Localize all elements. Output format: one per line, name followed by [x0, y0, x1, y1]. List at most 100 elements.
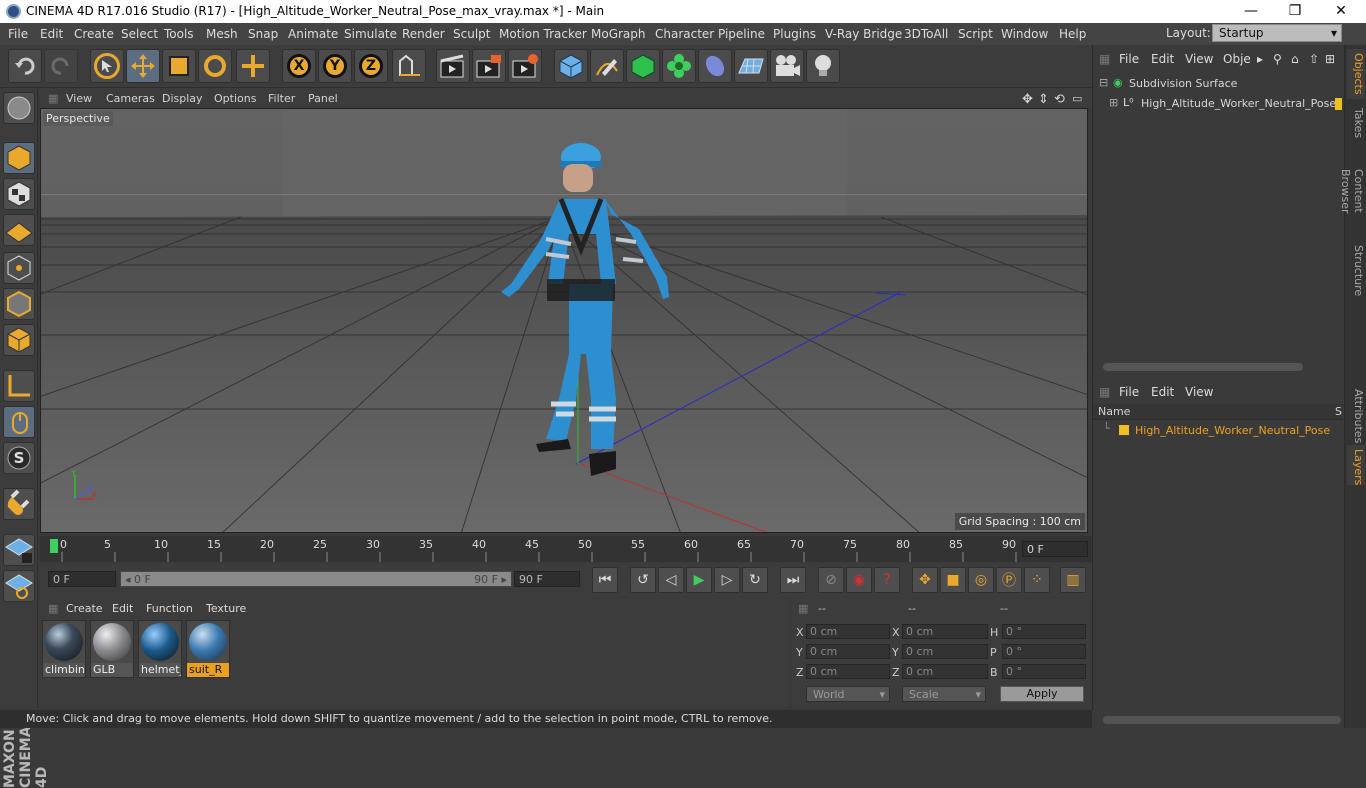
column-name[interactable]: Name [1098, 405, 1130, 418]
material-swatch[interactable]: helmet_ [138, 620, 182, 678]
subdivision-surface-button[interactable] [626, 49, 660, 83]
column-s[interactable]: S [1335, 405, 1342, 418]
workplane-mode-button[interactable] [3, 214, 35, 246]
floor-button[interactable] [734, 49, 768, 83]
chevron-right-icon[interactable]: ▸ [1257, 52, 1263, 66]
viewport-menu-cameras[interactable]: Cameras [106, 92, 155, 105]
move-tool-button[interactable] [126, 49, 160, 83]
solo-button[interactable]: S [3, 442, 35, 474]
model-mode-button[interactable] [3, 142, 35, 174]
frame-range-slider[interactable]: ◂ 0 F 90 F ▸ [120, 571, 512, 587]
axis-mode-button[interactable] [3, 370, 35, 402]
menu-sculpt[interactable]: Sculpt [453, 27, 490, 41]
menu-mograph[interactable]: MoGraph [591, 27, 646, 41]
go-to-start-button[interactable]: ⏮ [592, 567, 618, 593]
menu-mesh[interactable]: Mesh [206, 27, 238, 41]
horizontal-scrollbar[interactable] [1103, 716, 1341, 724]
coordinate-system-button[interactable] [392, 49, 426, 83]
material-menu-edit[interactable]: Edit [112, 602, 133, 615]
menu-3dtoall[interactable]: 3DToAll [904, 27, 948, 41]
deformer-button[interactable] [698, 49, 732, 83]
locked-workplane-button[interactable] [3, 570, 35, 602]
z-axis-lock-button[interactable]: Z [354, 49, 388, 83]
new-panel-icon[interactable]: ⊞ [1325, 52, 1335, 66]
snap-button[interactable] [3, 488, 35, 520]
rot-p-field[interactable]: 0 ° [1002, 644, 1086, 659]
menu-animate[interactable]: Animate [288, 27, 338, 41]
tab-takes[interactable]: Takes [1347, 103, 1365, 143]
rotate-tool-button[interactable] [198, 49, 232, 83]
viewport-zoom-icon[interactable]: ⇕ [1038, 92, 1049, 107]
undo-button[interactable] [8, 49, 42, 83]
tree-item-worker-pose[interactable]: ⊞ L⁰ High_Altitude_Worker_Neutral_Pose [1093, 95, 1343, 113]
rot-b-field[interactable]: 0 ° [1002, 664, 1086, 679]
menu-script[interactable]: Script [958, 27, 993, 41]
layer-color-swatch[interactable] [1119, 425, 1129, 435]
point-mode-button[interactable] [3, 252, 35, 284]
material-swatch[interactable]: GLB [90, 620, 134, 678]
maximize-button[interactable]: ❐ [1272, 0, 1318, 23]
cube-object-button[interactable] [554, 49, 588, 83]
menu-snap[interactable]: Snap [248, 27, 278, 41]
rot-h-field[interactable]: 0 ° [1002, 624, 1086, 639]
collapse-icon[interactable]: ⊟ [1099, 76, 1108, 89]
texture-mode-button[interactable] [3, 178, 35, 210]
horizontal-scrollbar[interactable] [1103, 363, 1303, 371]
material-menu-texture[interactable]: Texture [206, 602, 246, 615]
next-frame-button[interactable]: ▷ [714, 567, 740, 593]
menu-motion-tracker[interactable]: Motion Tracker [499, 27, 587, 41]
pen-spline-button[interactable] [590, 49, 624, 83]
menu-vray-bridge[interactable]: V-Ray Bridge [825, 27, 902, 41]
edge-mode-button[interactable] [3, 288, 35, 320]
menu-window[interactable]: Window [1001, 27, 1048, 41]
previous-frame-button[interactable]: ◁ [658, 567, 684, 593]
previous-key-button[interactable]: ↺ [630, 567, 656, 593]
pos-z-field[interactable]: 0 cm [806, 664, 890, 679]
timeline-ruler[interactable]: 0 5 10 15 20 25 30 35 40 45 50 55 60 65 … [40, 536, 1092, 562]
tweak-mode-button[interactable] [3, 406, 35, 438]
expand-icon[interactable]: ⊞ [1109, 96, 1118, 109]
menu-pipeline[interactable]: Pipeline [718, 27, 765, 41]
object-menu-file[interactable]: File [1119, 52, 1139, 66]
material-swatch[interactable]: climbing [42, 620, 86, 678]
layer-row[interactable]: └ High_Altitude_Worker_Neutral_Pose [1093, 422, 1343, 440]
next-key-button[interactable]: ↻ [742, 567, 768, 593]
close-button[interactable]: ✕ [1318, 0, 1364, 23]
key-parameter-button[interactable]: Ⓟ [996, 567, 1022, 593]
viewport-move-icon[interactable]: ✥ [1022, 92, 1033, 107]
tab-content-browser[interactable]: Content Browser [1339, 145, 1365, 237]
viewport-rotate-icon[interactable]: ⟲ [1054, 92, 1065, 107]
tab-attributes[interactable]: Attributes [1347, 385, 1365, 443]
render-settings-button[interactable] [508, 49, 542, 83]
record-keys-button[interactable]: ⊘ [818, 567, 844, 593]
viewport-menu-filter[interactable]: Filter [268, 92, 295, 105]
end-frame-field[interactable]: 90 F [514, 571, 580, 587]
redo-button[interactable] [44, 49, 78, 83]
light-button[interactable] [806, 49, 840, 83]
viewport-maximize-icon[interactable]: ▭ [1072, 92, 1082, 105]
start-frame-field[interactable]: 0 F [48, 571, 116, 587]
layer-menu-file[interactable]: File [1119, 385, 1139, 399]
key-rotation-button[interactable]: ◎ [968, 567, 994, 593]
object-menu-view[interactable]: View [1185, 52, 1213, 66]
menu-character[interactable]: Character [655, 27, 714, 41]
render-picture-viewer-button[interactable] [472, 49, 506, 83]
coordinate-mode-select[interactable]: World ▾ [806, 686, 890, 702]
menu-file[interactable]: File [8, 27, 28, 41]
menu-edit[interactable]: Edit [40, 27, 63, 41]
viewport-menu-panel[interactable]: Panel [308, 92, 338, 105]
viewport-menu-display[interactable]: Display [162, 92, 203, 105]
menu-render[interactable]: Render [402, 27, 445, 41]
tab-objects[interactable]: Objects [1347, 49, 1365, 99]
search-icon[interactable]: ⚲ [1273, 52, 1282, 66]
timeline-window-button[interactable]: ▥ [1060, 567, 1086, 593]
tree-item-subdivision-surface[interactable]: ⊟ ◉ Subdivision Surface [1093, 75, 1343, 93]
size-mode-select[interactable]: Scale ▾ [902, 686, 986, 702]
viewport-menu-view[interactable]: View [66, 92, 92, 105]
menu-create[interactable]: Create [74, 27, 114, 41]
material-menu-function[interactable]: Function [146, 602, 193, 615]
make-editable-button[interactable] [3, 92, 35, 124]
x-axis-lock-button[interactable]: X [282, 49, 316, 83]
material-menu-create[interactable]: Create [66, 602, 103, 615]
play-button[interactable]: ▶ [686, 567, 712, 593]
